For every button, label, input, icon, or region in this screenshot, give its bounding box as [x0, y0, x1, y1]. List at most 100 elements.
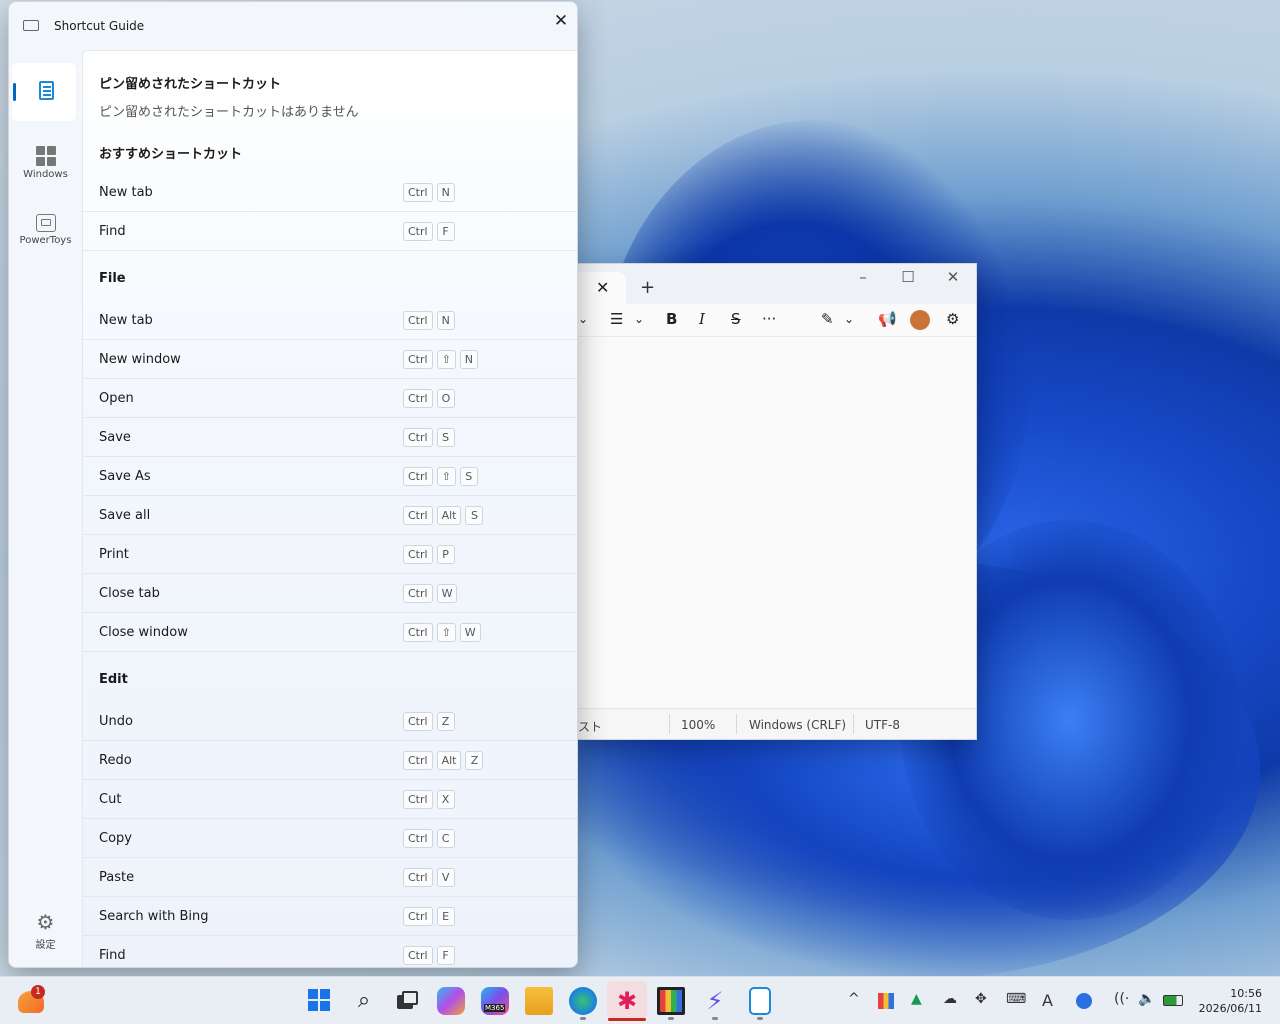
battery-icon[interactable] — [1163, 995, 1183, 1006]
line-ending: Windows (CRLF) — [749, 718, 847, 732]
file-explorer-icon[interactable] — [525, 987, 553, 1015]
search-icon[interactable]: ⌕ — [350, 987, 378, 1015]
nav-label-powertoys: PowerToys — [19, 235, 72, 246]
shortcut-row[interactable]: Redo Ctrl Alt Z — [83, 741, 577, 780]
key-cap: E — [436, 907, 455, 926]
shortcut-row[interactable]: Search with Bing Ctrl E — [83, 897, 577, 936]
minimize-button[interactable]: – — [848, 268, 878, 286]
key-combo: Ctrl Alt S — [403, 506, 484, 525]
shortcut-row[interactable]: Save As Ctrl ⇧ S — [83, 457, 577, 496]
italic-icon[interactable]: I — [699, 310, 705, 328]
m365-icon[interactable]: M365 — [481, 987, 509, 1015]
shortcut-label: Search with Bing — [99, 909, 209, 924]
avatar[interactable] — [910, 310, 930, 330]
start-button[interactable] — [306, 987, 334, 1015]
nav-label-windows: Windows — [23, 169, 68, 180]
key-combo: Ctrl W — [403, 584, 458, 603]
shortcut-row[interactable]: Save all Ctrl Alt S — [83, 496, 577, 535]
clock[interactable]: 10:56 2026/06/11 — [1199, 986, 1262, 1016]
move-icon[interactable]: ✥ — [975, 991, 987, 1007]
selection-indicator — [13, 83, 16, 101]
shortcut-row[interactable]: New tab Ctrl N — [83, 301, 577, 340]
new-tab-button[interactable]: + — [640, 277, 655, 298]
key-cap: N — [436, 183, 455, 202]
shortcut-row[interactable]: Undo Ctrl Z — [83, 702, 577, 741]
key-cap: F — [436, 946, 455, 965]
key-combo: Ctrl Z — [403, 712, 455, 731]
shortcut-row[interactable]: Copy Ctrl C — [83, 819, 577, 858]
keyboard-icon[interactable]: ⌨ — [1006, 991, 1026, 1007]
nav-item-powertoys[interactable]: PowerToys — [9, 210, 82, 246]
slack-icon[interactable]: ✱ — [613, 987, 641, 1015]
google-drive-icon[interactable]: ▲ — [911, 991, 922, 1007]
key-cap: Ctrl — [403, 506, 433, 525]
key-combo: Ctrl S — [403, 428, 455, 447]
m365-label: M365 — [484, 1004, 506, 1012]
pinned-heading: ピン留めされたショートカット — [99, 77, 282, 92]
shortcut-row[interactable]: Open Ctrl O — [83, 379, 577, 418]
app-icon[interactable] — [657, 987, 685, 1015]
shortcut-row[interactable]: Close window Ctrl ⇧ W — [83, 613, 577, 652]
chevron-down-icon[interactable]: ⌄ — [844, 312, 854, 326]
more-icon[interactable]: ··· — [762, 310, 776, 328]
nav-item-windows[interactable]: Windows — [9, 142, 82, 180]
shortcut-label: Save all — [99, 508, 151, 523]
tray-app-icon[interactable] — [878, 993, 894, 1009]
shortcut-row[interactable]: Cut Ctrl X — [83, 780, 577, 819]
power-automate-icon[interactable]: ⚡ — [701, 987, 729, 1015]
edge-icon[interactable] — [569, 987, 597, 1015]
encoding: UTF-8 — [865, 718, 900, 732]
key-combo: Ctrl N — [403, 183, 455, 202]
megaphone-icon[interactable]: 📢 — [878, 310, 897, 328]
key-cap: Ctrl — [403, 545, 433, 564]
chevron-up-icon[interactable]: ^ — [848, 991, 860, 1007]
shortcut-row[interactable]: Paste Ctrl V — [83, 858, 577, 897]
shortcut-row[interactable]: Close tab Ctrl W — [83, 574, 577, 613]
list-icon[interactable]: ☰ — [610, 310, 623, 328]
wifi-icon[interactable]: ((· — [1114, 991, 1129, 1007]
close-tab-icon[interactable]: ✕ — [596, 278, 609, 297]
notepad-taskbar-icon[interactable] — [749, 987, 771, 1015]
copilot-pen-icon[interactable]: ✎ — [821, 310, 834, 328]
account-icon[interactable] — [1076, 993, 1092, 1009]
windows-logo-icon — [308, 989, 330, 1011]
running-indicator — [580, 1017, 586, 1020]
copilot-icon[interactable] — [437, 987, 465, 1015]
key-combo: Ctrl X — [403, 790, 455, 809]
key-combo: Ctrl Alt Z — [403, 751, 484, 770]
task-view-icon[interactable] — [393, 987, 421, 1015]
shortcut-row[interactable]: Find Ctrl F — [83, 936, 577, 967]
maximize-button[interactable]: ☐ — [893, 268, 923, 286]
close-window-button[interactable]: ✕ — [938, 268, 968, 286]
key-cap: V — [436, 868, 455, 887]
key-combo: Ctrl ⇧ W — [403, 623, 481, 642]
gear-icon[interactable]: ⚙ — [946, 310, 959, 328]
shortcut-row[interactable]: New tab Ctrl N — [83, 173, 577, 212]
shortcut-label: Close window — [99, 625, 188, 640]
shortcut-row[interactable]: Find Ctrl F — [83, 212, 577, 251]
key-cap: Ctrl — [403, 829, 433, 848]
bold-icon[interactable]: B — [666, 310, 677, 328]
nav-item-notepad[interactable] — [12, 63, 76, 121]
nav-item-settings[interactable]: ⚙ 設定 — [9, 910, 82, 951]
shortcut-label: Save As — [99, 469, 151, 484]
notepad-tab[interactable]: ✕ — [578, 272, 626, 304]
ime-indicator[interactable]: A — [1042, 991, 1053, 1010]
chevron-down-icon[interactable]: ⌄ — [634, 312, 644, 326]
chevron-down-icon[interactable]: ⌄ — [578, 312, 588, 326]
shortcut-label: Close tab — [99, 586, 160, 601]
shortcut-row[interactable]: New window Ctrl ⇧ N — [83, 340, 577, 379]
cloud-icon[interactable]: ☁ — [943, 991, 957, 1007]
strikethrough-icon[interactable]: S — [731, 310, 741, 328]
shortcut-list: ピン留めされたショートカット ピン留めされたショートカットはありません おすすめ… — [82, 50, 577, 967]
status-divider — [853, 714, 854, 734]
speaker-icon[interactable]: 🔈 — [1138, 991, 1155, 1007]
close-button[interactable]: ✕ — [546, 7, 576, 37]
key-cap: Alt — [436, 506, 462, 525]
key-cap: Ctrl — [403, 311, 433, 330]
shortcut-row[interactable]: Save Ctrl S — [83, 418, 577, 457]
shortcut-row[interactable]: Print Ctrl P — [83, 535, 577, 574]
notepad-title-bar: ✕ + – ☐ ✕ — [578, 264, 976, 304]
key-cap: Ctrl — [403, 946, 433, 965]
key-combo: Ctrl F — [403, 946, 455, 965]
